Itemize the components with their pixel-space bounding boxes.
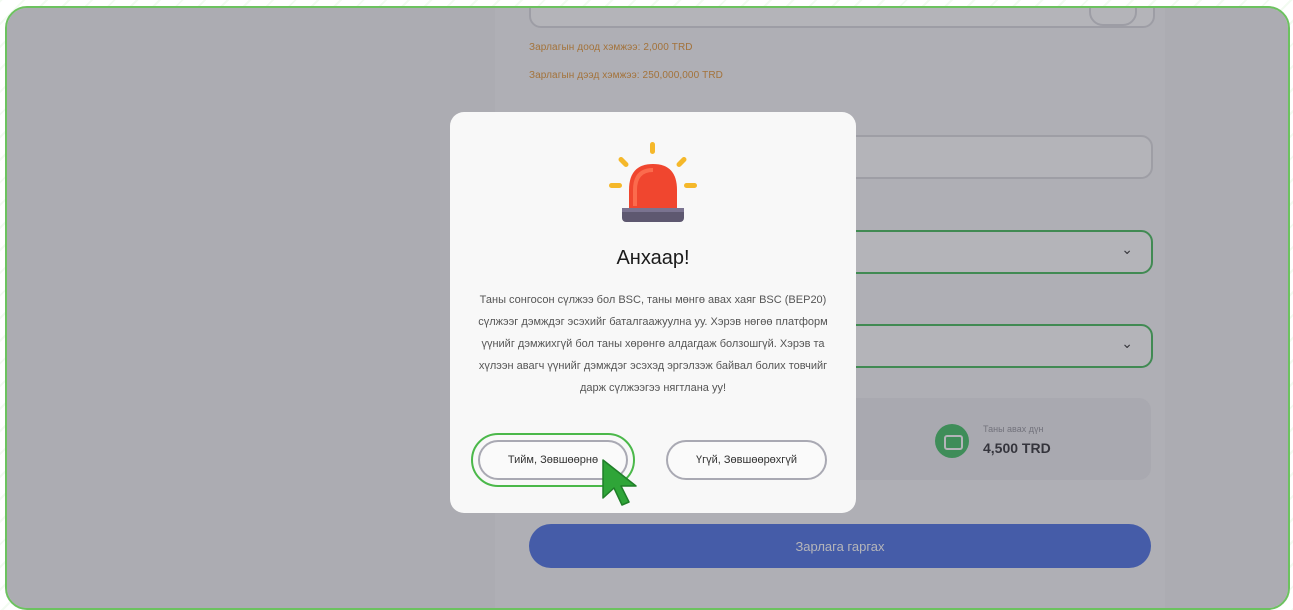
warning-dialog: Анхаар! Таны сонгосон сүлжээ бол BSC, та…: [450, 112, 856, 513]
decline-button[interactable]: Үгүй, Зөвшөөрөхгүй: [666, 440, 827, 480]
dialog-title: Анхаар!: [616, 247, 690, 269]
siren-alarm-icon: [609, 142, 697, 222]
mouse-cursor-icon: [602, 459, 637, 506]
dialog-message: Таны сонгосон сүлжээ бол BSC, таны мөнгө…: [478, 294, 828, 394]
